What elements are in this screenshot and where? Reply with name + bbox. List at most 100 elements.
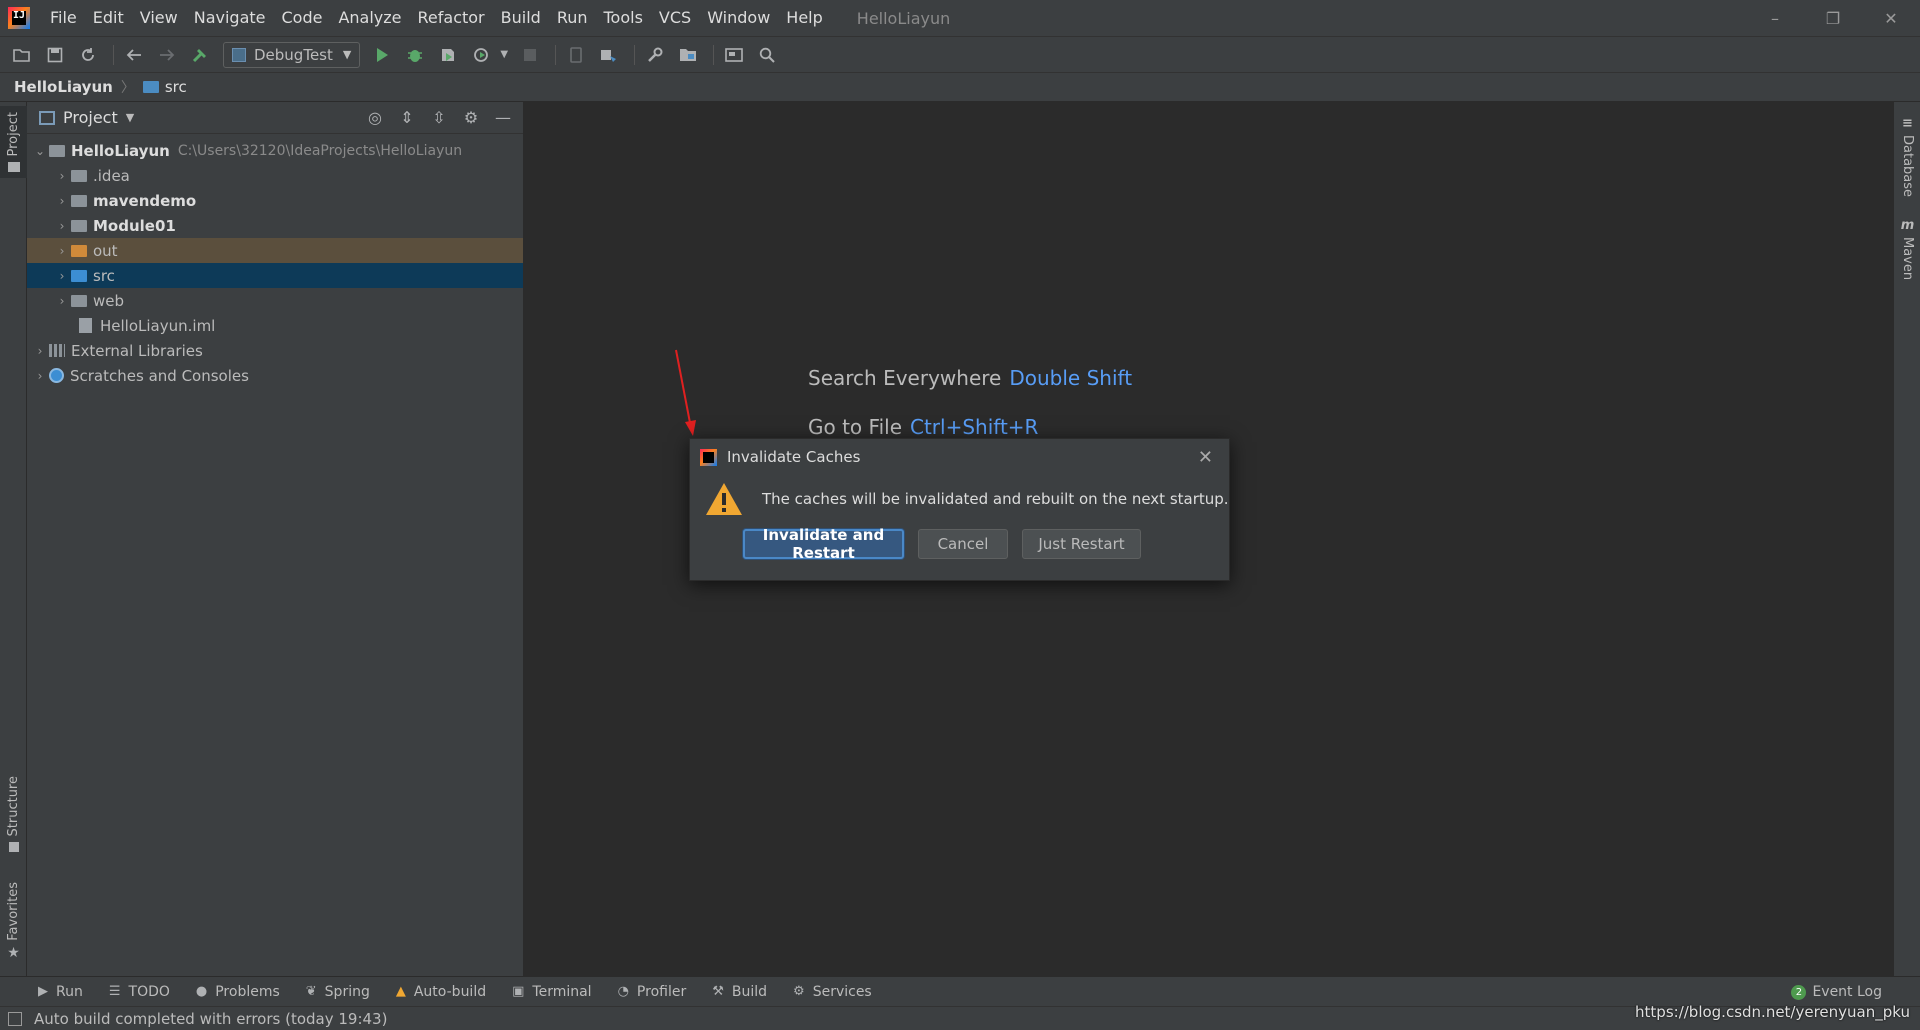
tool-tab-build[interactable]: ⚒ Build	[712, 984, 767, 1000]
tree-item-scratches[interactable]: › Scratches and Consoles	[27, 363, 523, 388]
chevron-right-icon[interactable]: ›	[31, 369, 49, 383]
menu-file[interactable]: File	[42, 0, 85, 36]
menu-refactor[interactable]: Refactor	[410, 0, 493, 36]
tool-tab-structure[interactable]: Structure	[0, 776, 27, 853]
close-window-button[interactable]: ✕	[1862, 0, 1920, 36]
tree-item-idea[interactable]: › .idea	[27, 163, 523, 188]
tool-tab-spring[interactable]: ❦ Spring	[306, 984, 370, 1000]
warning-icon: ▲	[395, 984, 406, 999]
cancel-button[interactable]: Cancel	[918, 529, 1008, 559]
chevron-right-icon[interactable]: ›	[53, 219, 71, 233]
run-configuration-select[interactable]: DebugTest ▼	[223, 41, 361, 68]
collapse-all-icon[interactable]: ⇳	[425, 108, 453, 127]
chevron-down-icon[interactable]: ▼	[500, 49, 508, 60]
menu-navigate[interactable]: Navigate	[186, 0, 274, 36]
profile-icon[interactable]	[467, 41, 495, 69]
tool-tab-project[interactable]: Project	[0, 106, 27, 179]
chevron-right-icon[interactable]: ›	[53, 269, 71, 283]
back-icon[interactable]	[120, 41, 148, 69]
project-view-selector[interactable]: Project	[63, 108, 118, 127]
chevron-right-icon[interactable]: ›	[53, 244, 71, 258]
maven-icon: m	[1900, 218, 1915, 233]
debug-icon[interactable]	[401, 41, 429, 69]
hide-panel-icon[interactable]: —	[489, 108, 517, 127]
menu-help[interactable]: Help	[778, 0, 830, 36]
menu-analyze[interactable]: Analyze	[330, 0, 409, 36]
tool-tab-maven[interactable]: m Maven	[1894, 218, 1920, 280]
expand-all-icon[interactable]: ⇕	[393, 108, 421, 127]
tree-item-mavendemo[interactable]: › mavendemo	[27, 188, 523, 213]
open-folder-icon[interactable]	[8, 41, 36, 69]
module-folder-icon	[71, 219, 87, 232]
project-panel: Project ▼ ◎ ⇕ ⇳ ⚙ — ⌄ HelloLiayun C:\Use…	[27, 102, 524, 976]
device-icon[interactable]	[562, 41, 590, 69]
breadcrumb-project[interactable]: HelloLiayun	[14, 78, 113, 96]
intellij-logo-icon: IJ	[8, 7, 30, 29]
tool-tab-favorites[interactable]: Favorites ★	[0, 882, 27, 961]
project-structure-icon[interactable]	[674, 41, 702, 69]
menu-view[interactable]: View	[132, 0, 186, 36]
iml-file-icon	[79, 318, 92, 333]
tool-tab-auto-build[interactable]: ▲ Auto-build	[396, 984, 486, 1000]
red-annotation-arrow-icon	[675, 349, 696, 436]
locate-file-icon[interactable]: ◎	[361, 108, 389, 127]
menu-vcs[interactable]: VCS	[651, 0, 699, 36]
tree-item-iml[interactable]: HelloLiayun.iml	[27, 313, 523, 338]
hint-label: Go to File	[808, 415, 902, 439]
tool-tab-run[interactable]: ▶ Run	[38, 984, 83, 1000]
chevron-right-icon[interactable]: ›	[53, 194, 71, 208]
settings-wrench-icon[interactable]	[641, 41, 669, 69]
restore-button[interactable]: ❐	[1804, 0, 1862, 36]
breadcrumb-src[interactable]: src	[165, 78, 187, 96]
chevron-right-icon[interactable]: ›	[53, 169, 71, 183]
tool-tab-database[interactable]: ≡ Database	[1894, 116, 1920, 197]
dialog-title: Invalidate Caches	[727, 448, 861, 466]
tool-tab-terminal[interactable]: ▣ Terminal	[512, 984, 591, 1000]
menu-window[interactable]: Window	[699, 0, 778, 36]
menu-build[interactable]: Build	[493, 0, 549, 36]
tree-item-src[interactable]: › src	[27, 263, 523, 288]
source-folder-icon	[71, 269, 87, 282]
chevron-down-icon[interactable]: ▼	[126, 111, 134, 124]
build-hammer-icon[interactable]	[186, 41, 214, 69]
run-icon: ▶	[38, 984, 48, 999]
gear-icon[interactable]: ⚙	[457, 108, 485, 127]
tool-window-bar: ▶ Run ☰ TODO ● Problems ❦ Spring ▲ Auto-build…	[0, 976, 1920, 1006]
tree-item-root[interactable]: ⌄ HelloLiayun C:\Users\32120\IdeaProject…	[27, 138, 523, 163]
tree-item-module01[interactable]: › Module01	[27, 213, 523, 238]
save-icon[interactable]	[41, 41, 69, 69]
tool-tab-problems[interactable]: ● Problems	[196, 984, 280, 1000]
menu-edit[interactable]: Edit	[85, 0, 132, 36]
toggle-tool-windows-icon[interactable]	[8, 1011, 22, 1026]
forward-icon[interactable]	[153, 41, 181, 69]
menu-code[interactable]: Code	[274, 0, 331, 36]
tree-item-external-libraries[interactable]: › External Libraries	[27, 338, 523, 363]
tree-item-web[interactable]: › web	[27, 288, 523, 313]
chevron-down-icon[interactable]: ⌄	[31, 144, 49, 158]
invalidate-and-restart-button[interactable]: Invalidate and Restart	[743, 526, 904, 562]
minimize-button[interactable]: –	[1746, 0, 1804, 36]
menu-tools[interactable]: Tools	[596, 0, 651, 36]
stop-icon[interactable]	[516, 41, 544, 69]
close-icon[interactable]: ✕	[1198, 447, 1213, 468]
tool-tab-project-label: Project	[6, 112, 21, 157]
tool-tab-profiler[interactable]: ◔ Profiler	[618, 984, 687, 1000]
frame-icon[interactable]	[720, 41, 748, 69]
toolbar-separator	[113, 44, 114, 65]
coverage-icon[interactable]	[434, 41, 462, 69]
excluded-folder-icon	[71, 244, 87, 257]
sdk-icon[interactable]	[595, 41, 623, 69]
menu-run[interactable]: Run	[549, 0, 596, 36]
breadcrumb-separator-icon: 〉	[120, 80, 135, 96]
tool-tab-services[interactable]: ⚙ Services	[793, 984, 872, 1000]
chevron-right-icon[interactable]: ›	[53, 294, 71, 308]
chevron-right-icon[interactable]: ›	[31, 344, 49, 358]
search-icon[interactable]	[753, 41, 781, 69]
just-restart-button[interactable]: Just Restart	[1022, 529, 1141, 559]
menu-bar: IJ File Edit View Navigate Code Analyze …	[0, 0, 1920, 36]
hint-go-to-file: Go to File Ctrl+Shift+R	[808, 415, 1038, 439]
sync-icon[interactable]	[74, 41, 102, 69]
tool-tab-todo[interactable]: ☰ TODO	[109, 984, 170, 1000]
run-icon[interactable]	[368, 41, 396, 69]
tree-item-out[interactable]: › out	[27, 238, 523, 263]
